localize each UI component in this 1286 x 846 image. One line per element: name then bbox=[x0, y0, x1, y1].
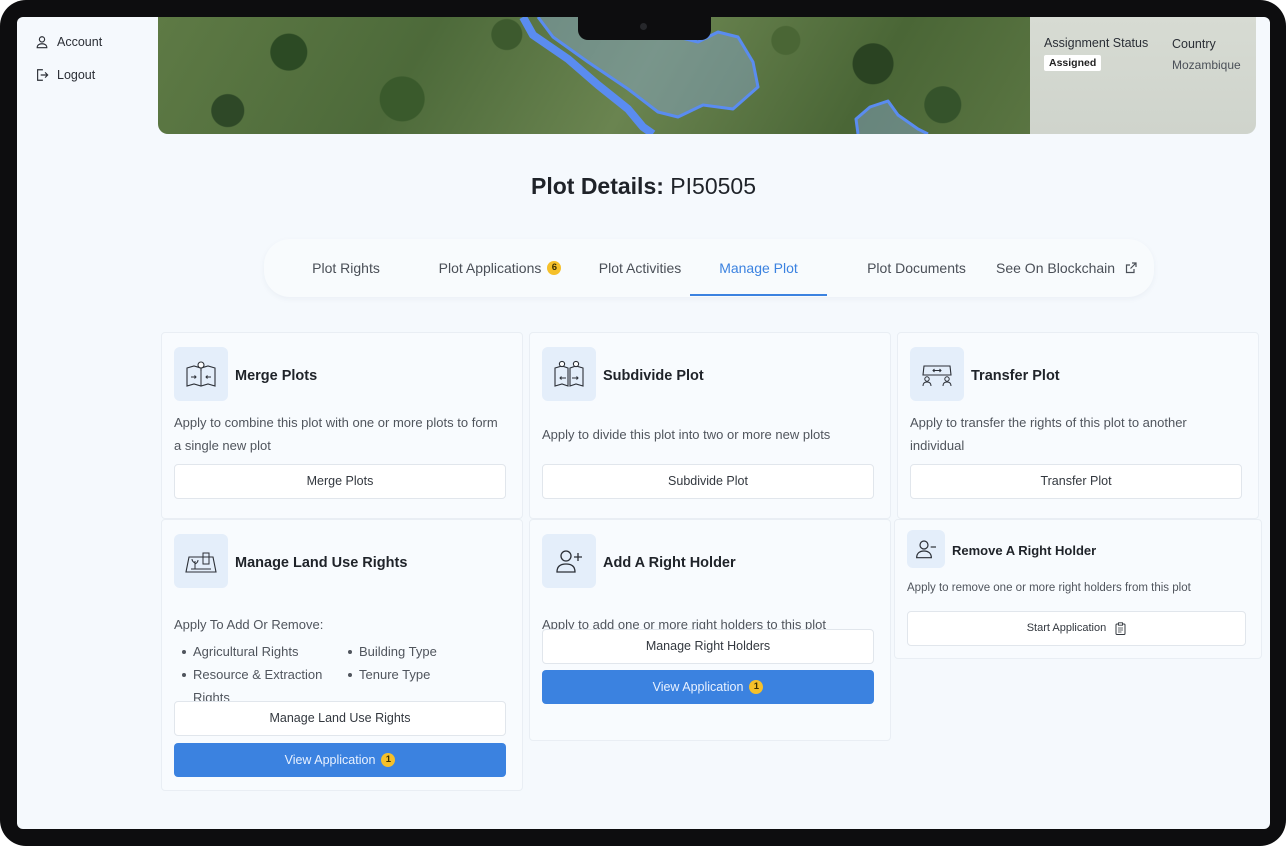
camera-notch bbox=[578, 17, 711, 40]
transfer-plot-icon bbox=[922, 365, 952, 387]
land-use-icon bbox=[185, 552, 217, 573]
tab-plot-activities[interactable]: Plot Activities bbox=[575, 239, 705, 297]
button-label: View Application bbox=[652, 680, 744, 694]
merge-plots-button[interactable]: Merge Plots bbox=[174, 464, 506, 499]
land-use-icon-box bbox=[174, 534, 228, 588]
transfer-plot-card: Transfer Plot Apply to transfer the righ… bbox=[897, 332, 1259, 519]
bullet bbox=[348, 673, 352, 677]
page-title-prefix: Plot Details: bbox=[530, 173, 664, 199]
card-title: Subdivide Plot bbox=[603, 368, 704, 384]
card-description: Apply to remove one or more right holder… bbox=[907, 582, 1191, 594]
tab-see-on-blockchain[interactable]: See On Blockchain bbox=[996, 239, 1137, 297]
tab-plot-applications[interactable]: Plot Applications 6 bbox=[420, 239, 580, 297]
sidebar-item-label: Account bbox=[57, 35, 103, 49]
list-item: Building Type bbox=[359, 644, 437, 659]
count-badge: 1 bbox=[749, 679, 764, 694]
count-badge: 1 bbox=[381, 752, 396, 767]
bullet bbox=[182, 673, 186, 677]
subdivide-plot-card: Subdivide Plot Apply to divide this plot… bbox=[529, 332, 891, 519]
user-icon bbox=[36, 36, 48, 49]
bullet bbox=[182, 650, 186, 654]
remove-user-icon bbox=[916, 540, 936, 559]
plot-status-panel: Assignment Status Assigned Country Mozam… bbox=[1030, 17, 1256, 134]
land-use-rights-card: Manage Land Use Rights Apply To Add Or R… bbox=[161, 519, 523, 791]
card-title: Manage Land Use Rights bbox=[235, 555, 408, 571]
land-use-intro: Apply To Add Or Remove: bbox=[174, 617, 324, 632]
manage-right-holders-button[interactable]: Manage Right Holders bbox=[542, 629, 874, 664]
tab-label: Plot Documents bbox=[867, 260, 966, 276]
remove-user-icon-box bbox=[907, 530, 945, 568]
logout-icon bbox=[37, 69, 49, 81]
card-title: Remove A Right Holder bbox=[952, 543, 1097, 558]
list-item: Tenure Type bbox=[359, 667, 431, 682]
view-application-button[interactable]: View Application 1 bbox=[174, 743, 506, 777]
assignment-status-label: Assignment Status bbox=[1044, 36, 1149, 50]
count-badge: 6 bbox=[547, 261, 562, 276]
subdivide-plot-icon bbox=[554, 360, 584, 387]
tab-plot-documents[interactable]: Plot Documents bbox=[839, 239, 994, 297]
tab-plot-rights[interactable]: Plot Rights bbox=[284, 239, 408, 297]
card-title: Merge Plots bbox=[235, 368, 318, 384]
add-user-icon-box bbox=[542, 534, 596, 588]
card-description: Apply to divide this plot into two or mo… bbox=[542, 427, 831, 442]
merge-plots-card: Merge Plots Apply to combine this plot w… bbox=[161, 332, 523, 519]
country-label: Country bbox=[1172, 37, 1216, 51]
plot-tabs: Plot Rights Plot Applications 6 Plot Acti… bbox=[264, 239, 1154, 297]
plot-id: PI50505 bbox=[670, 173, 756, 199]
card-description: Apply to transfer the rights of this plo… bbox=[910, 415, 1187, 453]
subdivide-plot-button[interactable]: Subdivide Plot bbox=[542, 464, 874, 499]
remove-right-holder-card: Remove A Right Holder Apply to remove on… bbox=[894, 519, 1262, 659]
transfer-plot-button[interactable]: Transfer Plot bbox=[910, 464, 1242, 499]
card-description: Apply to combine this plot with one or m… bbox=[174, 415, 498, 453]
transfer-plot-icon-box bbox=[910, 347, 964, 401]
app-screen: Account Logout Assignment Status Assigne… bbox=[17, 17, 1270, 829]
tab-label: Manage Plot bbox=[719, 260, 798, 276]
external-link-icon bbox=[1125, 262, 1137, 274]
sidebar: Account Logout bbox=[17, 17, 157, 829]
tab-label: Plot Activities bbox=[598, 260, 682, 276]
active-tab-indicator bbox=[690, 294, 827, 296]
status-badge: Assigned bbox=[1044, 55, 1102, 71]
manage-land-use-rights-button[interactable]: Manage Land Use Rights bbox=[174, 701, 506, 736]
button-label: View Application bbox=[284, 753, 376, 767]
tab-label: Plot Applications bbox=[438, 260, 542, 276]
sidebar-item-logout[interactable]: Logout bbox=[35, 68, 95, 82]
card-title: Transfer Plot bbox=[971, 368, 1060, 384]
sidebar-item-label: Logout bbox=[57, 68, 96, 82]
sidebar-item-account[interactable]: Account bbox=[35, 35, 102, 49]
button-label: Start Application bbox=[1026, 622, 1107, 634]
country-value: Mozambique bbox=[1172, 58, 1241, 72]
card-title: Add A Right Holder bbox=[603, 555, 736, 571]
merge-plots-icon-box bbox=[174, 347, 228, 401]
page-title: Plot Details: PI50505 bbox=[17, 173, 1270, 200]
view-application-button[interactable]: View Application 1 bbox=[542, 670, 874, 704]
add-user-icon bbox=[556, 550, 582, 573]
list-item: Agricultural Rights bbox=[193, 644, 299, 659]
rights-list: Agricultural Rights Building Type Resour… bbox=[174, 640, 514, 710]
start-application-button[interactable]: Start Application bbox=[907, 611, 1246, 646]
add-right-holder-card: Add A Right Holder Apply to add one or m… bbox=[529, 519, 891, 741]
merge-plots-icon bbox=[186, 361, 216, 387]
bullet bbox=[348, 650, 352, 654]
camera-icon bbox=[640, 23, 647, 30]
tab-label: Plot Rights bbox=[312, 260, 380, 276]
tab-manage-plot[interactable]: Manage Plot bbox=[690, 239, 827, 297]
subdivide-plot-icon-box bbox=[542, 347, 596, 401]
tab-label: See On Blockchain bbox=[996, 260, 1116, 276]
clipboard-icon bbox=[1115, 621, 1126, 635]
